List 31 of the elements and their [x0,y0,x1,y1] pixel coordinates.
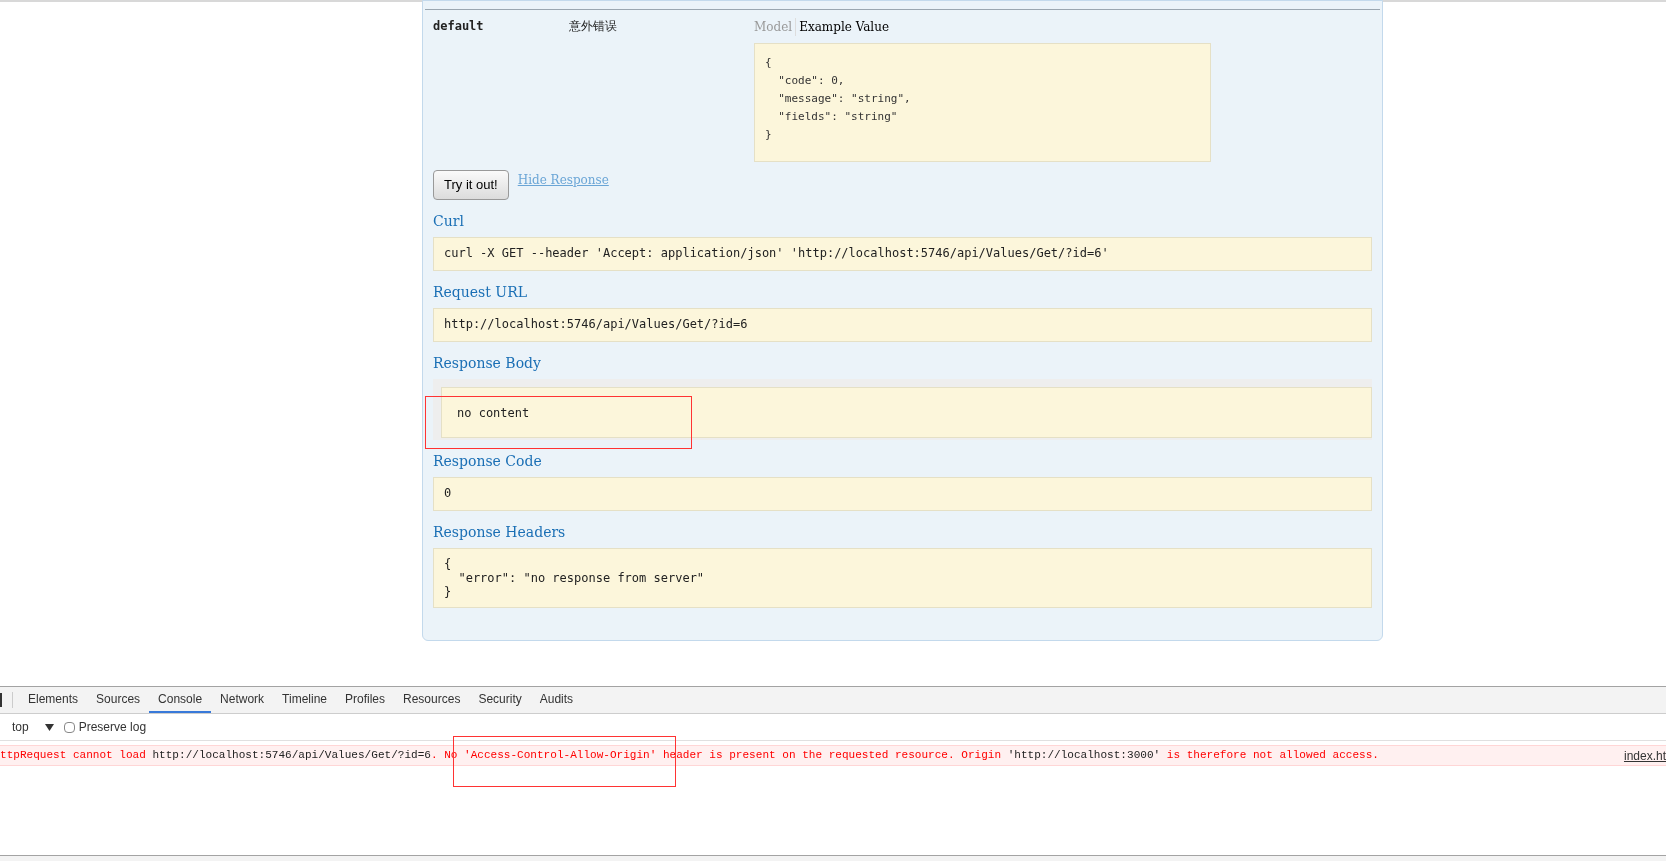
url-link[interactable]: 'http://localhost:3000' [1007,749,1161,762]
response-body-code: no content [441,387,1372,438]
url-link[interactable]: http://localhost:5746/api/Values/Get/?id=6 [152,749,431,762]
code-block: http://localhost:5746/api/Values/Get/?id=6 [433,308,1372,342]
devtools-tab[interactable]: Console [149,687,212,713]
section-heading: Response Body [433,355,542,371]
section-heading: Curl [433,213,465,229]
devtools-tab[interactable]: Audits [530,687,583,713]
checkbox[interactable] [63,721,75,733]
devtools-tab[interactable]: Network [211,687,274,713]
code-block: curl -X GET --header 'Accept: application/json' 'http://localhost:5746/api/Values/Get/?id=6' [433,237,1372,271]
model-tab[interactable]: Example Value [795,18,890,36]
checkbox-label: Preserve log [78,719,147,736]
code-block: { "error": "no response from server" } [433,548,1372,608]
devtools-tab[interactable]: Timeline [273,687,336,713]
devtools-tab[interactable]: Security [469,687,531,713]
devtools-tab[interactable]: Resources [394,687,470,713]
dropdown-icon[interactable] [44,723,54,731]
context-selector[interactable]: top [12,718,29,736]
response-code: default [433,18,485,35]
devtools-tab[interactable]: Profiles [336,687,395,713]
section-heading: Response Headers [433,524,567,540]
devtools-tab[interactable]: Elements [19,687,88,713]
devtools-tab[interactable]: Sources [87,687,150,713]
section-heading: Request URL [433,284,528,300]
section-heading: Response Code [433,453,543,469]
response-description: 意外错误 [569,18,618,35]
code-block: 0 [433,477,1372,511]
try-it-out-button[interactable]: Try it out! [433,170,509,200]
source-link[interactable]: index.ht [1623,746,1666,765]
example-value-code: { "code": 0, "message": "string", "fields": "string" } [754,43,1211,162]
